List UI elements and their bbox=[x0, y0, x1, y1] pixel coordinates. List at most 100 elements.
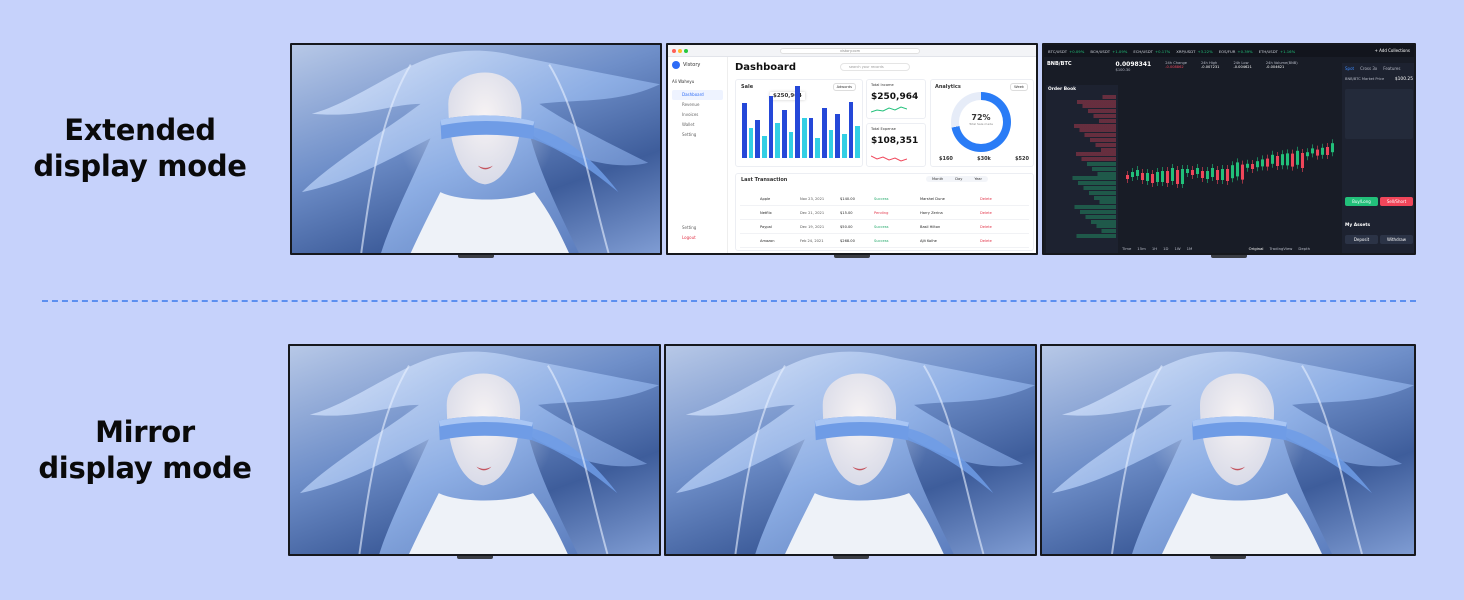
cell-amount: $15.00 bbox=[840, 210, 853, 215]
deposit-button[interactable]: Deposit bbox=[1345, 235, 1378, 244]
candle-body bbox=[1301, 153, 1304, 168]
sales-bar-chart bbox=[742, 86, 861, 158]
sales-bar bbox=[782, 110, 787, 158]
tab-day[interactable]: Day bbox=[955, 177, 962, 181]
candle-body bbox=[1166, 171, 1169, 183]
trading-app: BTC/USDT +0.09% BCH/USDT +1.09% ECH/USDT +0.1… bbox=[1044, 45, 1414, 253]
sales-bar bbox=[822, 108, 827, 158]
last-price-usd: $100.30 bbox=[1115, 68, 1131, 72]
search-input[interactable]: search your records bbox=[840, 63, 910, 71]
cell-action[interactable]: Delete bbox=[980, 211, 1010, 215]
change-value: -0.008862 bbox=[1165, 65, 1184, 69]
last-price: 0.0098341 bbox=[1115, 61, 1152, 68]
cell-status: Pending bbox=[874, 210, 889, 215]
extended-mode-label: Extended display mode bbox=[0, 112, 280, 184]
candle-body bbox=[1276, 156, 1279, 166]
sale-card: Sale Adwords $250,964 bbox=[735, 79, 863, 167]
tab-year[interactable]: Year bbox=[974, 177, 982, 181]
ticker-item[interactable]: XRP/USDT +3.22% bbox=[1176, 49, 1213, 54]
anime-artwork bbox=[290, 346, 659, 554]
time-option[interactable]: Time bbox=[1122, 246, 1131, 251]
table-row[interactable]: Apple Nov 23, 2021 $140.00 Success Marshel D… bbox=[740, 192, 1029, 206]
time-option[interactable]: 1D bbox=[1163, 246, 1168, 251]
cell-date: Nov 23, 2021 bbox=[800, 196, 825, 201]
sales-bar bbox=[742, 103, 747, 158]
withdraw-button[interactable]: Withdraw bbox=[1380, 235, 1413, 244]
time-options: Time 15m 1H 1D 1W 1M bbox=[1122, 246, 1192, 251]
table-row[interactable]: Amazon Feb 24, 2021 $268.00 Success Ajit Kol… bbox=[740, 234, 1029, 248]
view-depth[interactable]: Depth bbox=[1298, 246, 1310, 251]
time-option[interactable]: 1H bbox=[1152, 246, 1157, 251]
add-collections-button[interactable]: + Add Collections bbox=[1374, 48, 1410, 53]
minimize-dot-icon[interactable] bbox=[678, 48, 682, 53]
candle-body bbox=[1161, 171, 1164, 182]
candle-body bbox=[1131, 172, 1134, 177]
brand: Vistory bbox=[672, 61, 723, 69]
bid-row bbox=[1048, 190, 1116, 195]
nav-footer-setting[interactable]: Setting bbox=[672, 223, 696, 233]
nav-wallet[interactable]: Wallet bbox=[672, 120, 723, 130]
tab-spot[interactable]: Spot bbox=[1345, 66, 1354, 71]
sales-bar-secondary bbox=[748, 128, 754, 158]
ticker-change: +0.39% bbox=[1237, 48, 1253, 54]
buy-button[interactable]: Buy/Long bbox=[1345, 197, 1378, 206]
sell-button[interactable]: Sell/Short bbox=[1380, 197, 1413, 206]
time-option[interactable]: 15m bbox=[1137, 246, 1146, 251]
nav-setting[interactable]: Setting bbox=[672, 130, 723, 140]
order-form[interactable] bbox=[1345, 89, 1413, 139]
candle-body bbox=[1271, 154, 1274, 164]
nav-invoices[interactable]: Invoices bbox=[672, 110, 723, 120]
transactions-title: Last Transaction bbox=[741, 177, 788, 183]
ticker-change: +0.09% bbox=[1069, 48, 1085, 54]
ticker-item[interactable]: ETH/USDT +1.16% bbox=[1259, 49, 1296, 54]
url-bar[interactable]: vistory.com bbox=[780, 47, 920, 54]
ticker-change: +3.22% bbox=[1197, 48, 1213, 54]
tab-features[interactable]: Features bbox=[1383, 66, 1400, 71]
sales-bar-secondary bbox=[762, 136, 767, 158]
ticker-pair: BCH/USDT bbox=[1090, 48, 1111, 54]
view-original[interactable]: Original bbox=[1249, 246, 1264, 251]
cell-brand: Apple bbox=[760, 196, 771, 201]
income-card: Total Income $250,964 bbox=[866, 79, 926, 119]
time-option[interactable]: 1M bbox=[1187, 246, 1193, 251]
ticker-change: +1.16% bbox=[1279, 48, 1296, 54]
ticker-item[interactable]: EOS/FUR +0.39% bbox=[1219, 49, 1253, 54]
ask-row bbox=[1048, 113, 1116, 118]
pair-selector[interactable]: BNB/BTC bbox=[1047, 61, 1072, 67]
cell-action[interactable]: Delete bbox=[980, 197, 1010, 201]
tab-month[interactable]: Month bbox=[932, 177, 943, 181]
table-row[interactable]: Netflix Dec 21, 2021 $15.00 Pending Harry Ze… bbox=[740, 206, 1029, 220]
analytics-range-select[interactable]: Week bbox=[1010, 83, 1028, 91]
ticker-bar: BTC/USDT +0.09% BCH/USDT +1.09% ECH/USDT +0.1… bbox=[1044, 45, 1414, 57]
chart-filter-select[interactable]: Adwords bbox=[832, 83, 856, 91]
cell-action[interactable]: Delete bbox=[980, 239, 1010, 243]
ticker-item[interactable]: BCH/USDT +1.09% bbox=[1090, 49, 1127, 54]
anime-artwork bbox=[1042, 346, 1414, 554]
expense-card: Total Expense $108,351 bbox=[866, 123, 926, 167]
bid-row bbox=[1048, 166, 1116, 171]
bid-row bbox=[1048, 233, 1116, 238]
close-dot-icon[interactable] bbox=[672, 48, 676, 53]
brand-name: Vistory bbox=[683, 62, 701, 68]
ticker-pair: XRP/USDT bbox=[1176, 48, 1196, 54]
cell-action[interactable]: Delete bbox=[980, 225, 1010, 229]
nav-logout[interactable]: Logout bbox=[672, 233, 696, 243]
expense-label: Total Expense bbox=[871, 127, 896, 131]
mirror-label-line1: Mirror bbox=[95, 415, 195, 449]
ticker-item[interactable]: ECH/USDT +0.17% bbox=[1133, 49, 1170, 54]
dashboard-app: vistory.com Vistory Ali Waheyu Dashboard… bbox=[668, 45, 1036, 253]
ticker-pair: ETH/USDT bbox=[1258, 48, 1278, 54]
table-row[interactable]: Paypal Dec 19, 2021 $50.00 Success Basil Hil… bbox=[740, 220, 1029, 234]
maximize-dot-icon[interactable] bbox=[684, 48, 688, 53]
nav-dashboard[interactable]: Dashboard bbox=[672, 90, 723, 100]
cell-brand: Paypal bbox=[760, 224, 772, 229]
tab-cross[interactable]: Cross 3x bbox=[1360, 66, 1377, 71]
time-option[interactable]: 1W bbox=[1174, 246, 1180, 251]
candle-body bbox=[1291, 153, 1294, 167]
ticker-item[interactable]: BTC/USDT +0.09% bbox=[1048, 49, 1084, 54]
nav-revenue[interactable]: Revenue bbox=[672, 100, 723, 110]
view-tradingview[interactable]: TradingView bbox=[1269, 246, 1292, 251]
order-book-rows bbox=[1046, 94, 1118, 238]
candle-body bbox=[1316, 149, 1319, 156]
bid-row bbox=[1048, 185, 1116, 190]
